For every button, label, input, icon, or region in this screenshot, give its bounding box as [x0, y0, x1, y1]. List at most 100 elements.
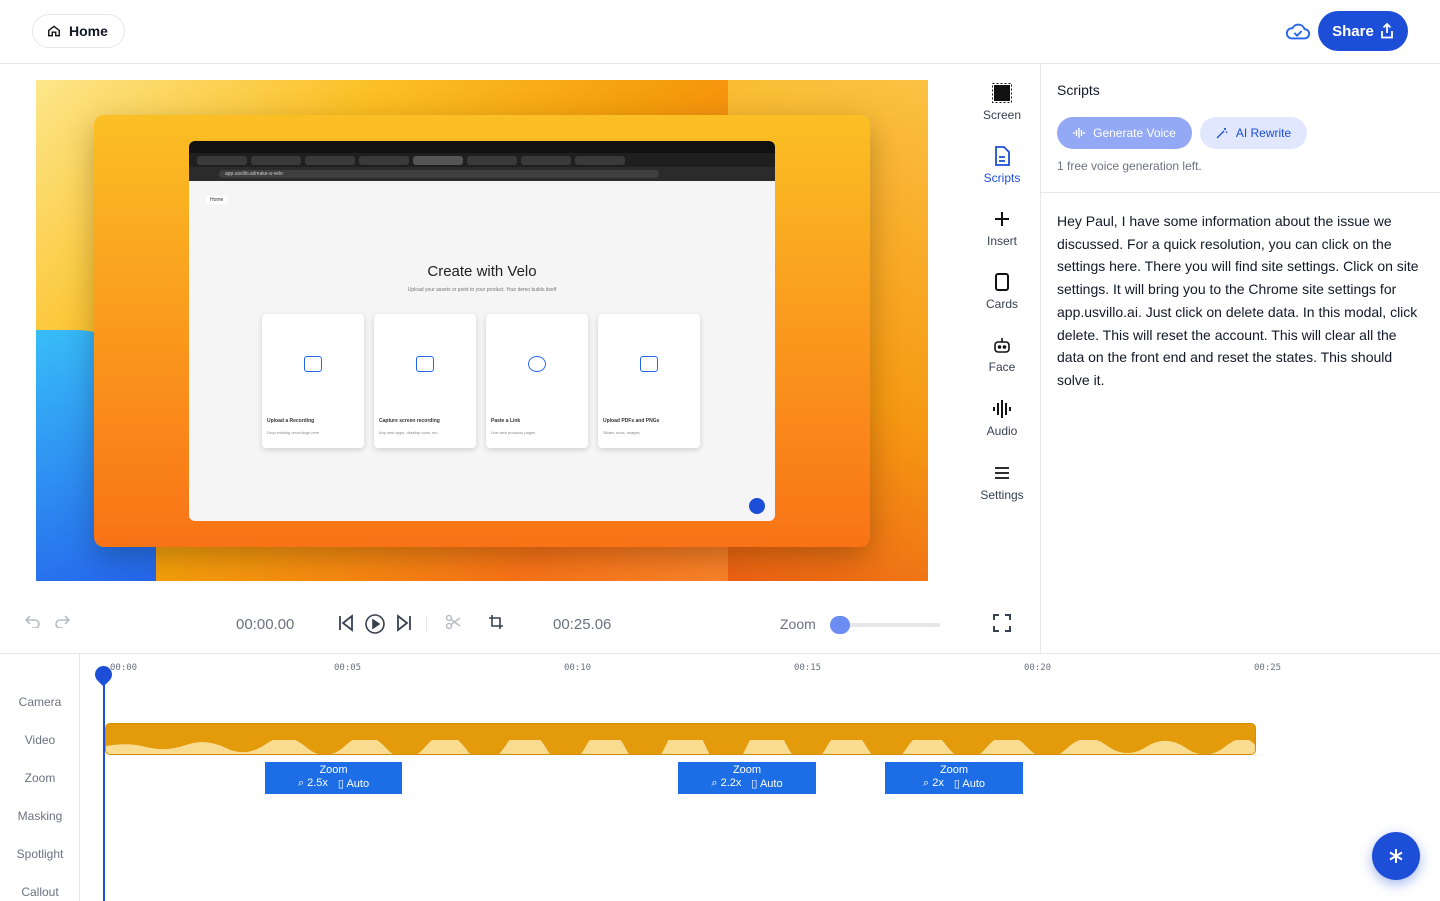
zoom-mode-value: Auto — [759, 778, 783, 790]
cloud-saved-icon[interactable] — [1285, 20, 1311, 42]
zoom-slider-track[interactable] — [840, 623, 940, 627]
inner-page-subtitle: Upload your assets or point to your prod… — [407, 287, 557, 293]
browser-tab — [467, 155, 517, 165]
tool-cards-label: Cards — [985, 297, 1018, 311]
browser-tab — [521, 155, 571, 165]
inner-card: Paste a Link Live web products pages — [486, 314, 588, 448]
split-button[interactable] — [445, 614, 461, 630]
tool-face[interactable]: Face — [966, 334, 1038, 374]
track-label-video: Video — [24, 733, 56, 747]
share-icon — [1380, 23, 1393, 39]
document-icon — [995, 146, 1010, 166]
generate-voice-button[interactable]: Generate Voice — [1057, 117, 1192, 149]
share-button[interactable]: Share — [1318, 11, 1408, 51]
track-label-callout: Callout — [21, 885, 59, 899]
skip-back-button[interactable] — [337, 614, 355, 632]
home-icon — [48, 25, 60, 37]
zoom-mode: ▯ Auto — [337, 778, 370, 790]
menu-lines-icon — [995, 467, 1009, 479]
tool-screen[interactable]: Screen — [966, 82, 1038, 122]
ai-rewrite-button[interactable]: AI Rewrite — [1200, 117, 1307, 149]
timeline-tick: 00:05 — [334, 663, 362, 673]
screen-icon — [992, 83, 1012, 103]
robot-face-icon — [994, 338, 1010, 353]
undo-button[interactable] — [25, 614, 41, 628]
inner-home-chip: Home — [205, 196, 229, 204]
zoom-slider-knob[interactable] — [830, 616, 850, 634]
browser-tab — [251, 155, 301, 165]
browser-tab — [413, 155, 463, 165]
zoom-segment-title: Zoom — [319, 764, 348, 776]
tool-insert[interactable]: Insert — [966, 208, 1038, 248]
zoom-level-value: 2.5x — [307, 777, 328, 789]
inner-card: Capture screen recording Any web apps, d… — [374, 314, 476, 448]
link-icon — [528, 356, 546, 372]
skip-forward-icon — [397, 614, 411, 632]
tool-face-label: Face — [988, 360, 1016, 374]
current-time: 00:00.00 — [236, 616, 295, 633]
fullscreen-button[interactable] — [993, 614, 1011, 632]
tool-settings[interactable]: Settings — [966, 462, 1038, 502]
timeline-tick: 00:00 — [110, 663, 138, 673]
timeline-tick: 00:10 — [564, 663, 592, 673]
track-label-spotlight: Spotlight — [16, 847, 64, 861]
redo-icon — [55, 615, 70, 628]
tool-scripts[interactable]: Scripts — [966, 145, 1038, 185]
browser-tab — [359, 155, 409, 165]
inner-card: Upload a Recording Drop existing recordi… — [262, 314, 364, 448]
zoom-label: Zoom — [780, 616, 816, 632]
card-icon — [995, 273, 1009, 291]
skip-forward-button[interactable] — [395, 614, 413, 632]
video-preview[interactable]: app.usvillo.ai/make-a-velo Home Create w… — [36, 80, 928, 581]
tool-insert-label: Insert — [986, 234, 1017, 248]
inner-card-label: Upload a Recording — [267, 418, 315, 424]
zoom-mode: ▯ Auto — [953, 778, 985, 790]
zoom-mode: ▯ Auto — [751, 778, 783, 790]
browser-tab — [305, 155, 355, 165]
inner-card-sub: Live web products pages — [491, 430, 536, 435]
video-clip[interactable] — [105, 723, 1256, 755]
playback-controls: 00:00.00 00:25.06 Zoom — [0, 604, 1040, 644]
inner-fab — [749, 498, 765, 514]
browser-address-bar: app.usvillo.ai/make-a-velo — [189, 167, 775, 181]
inner-card-sub: Drop existing recordings here — [267, 430, 320, 435]
tool-scripts-label: Scripts — [983, 171, 1021, 185]
waveform-icon — [993, 400, 1011, 418]
redo-button[interactable] — [54, 614, 70, 628]
browser-tabs — [189, 153, 775, 167]
zoom-segment-title: Zoom — [732, 764, 762, 776]
generate-voice-label: Generate Voice — [1093, 126, 1176, 140]
play-icon — [365, 614, 385, 634]
crop-icon — [489, 615, 503, 629]
divider — [1041, 192, 1440, 193]
free-generation-note: 1 free voice generation left. — [1057, 159, 1202, 173]
scripts-panel-title: Scripts — [1057, 82, 1100, 98]
zoom-segment[interactable]: Zoom ⌕ 2.5x ▯ Auto — [265, 762, 402, 794]
zoom-level: ⌕ 2x — [923, 777, 944, 789]
scripts-panel: Scripts Generate Voice AI Rewrite 1 free… — [1040, 64, 1440, 654]
total-time: 00:25.06 — [553, 616, 612, 633]
crop-button[interactable] — [488, 614, 504, 630]
mac-menubar — [189, 141, 775, 153]
tool-cards[interactable]: Cards — [966, 271, 1038, 311]
share-button-label: Share — [1332, 22, 1374, 40]
zoom-mode-value: Auto — [346, 778, 370, 790]
screen-record-icon — [416, 356, 434, 372]
folder-icon — [304, 356, 322, 372]
inner-card-label: Paste a Link — [491, 418, 521, 424]
tool-audio[interactable]: Audio — [966, 398, 1038, 438]
assistant-fab[interactable] — [1372, 832, 1420, 880]
undo-icon — [25, 615, 40, 628]
zoom-segment-title: Zoom — [939, 764, 969, 776]
timeline-tick: 00:20 — [1024, 663, 1052, 673]
timeline-tick: 00:15 — [794, 663, 822, 673]
skip-back-icon — [339, 614, 353, 632]
home-button[interactable]: Home — [32, 14, 125, 48]
script-textarea[interactable]: Hey Paul, I have some information about … — [1057, 210, 1427, 392]
browser-tab — [197, 155, 247, 165]
playhead-line[interactable] — [103, 670, 105, 901]
play-button[interactable] — [365, 614, 385, 634]
zoom-segment[interactable]: Zoom ⌕ 2.2x ▯ Auto — [678, 762, 816, 794]
zoom-level: ⌕ 2.5x — [297, 777, 328, 789]
zoom-segment[interactable]: Zoom ⌕ 2x ▯ Auto — [885, 762, 1023, 794]
